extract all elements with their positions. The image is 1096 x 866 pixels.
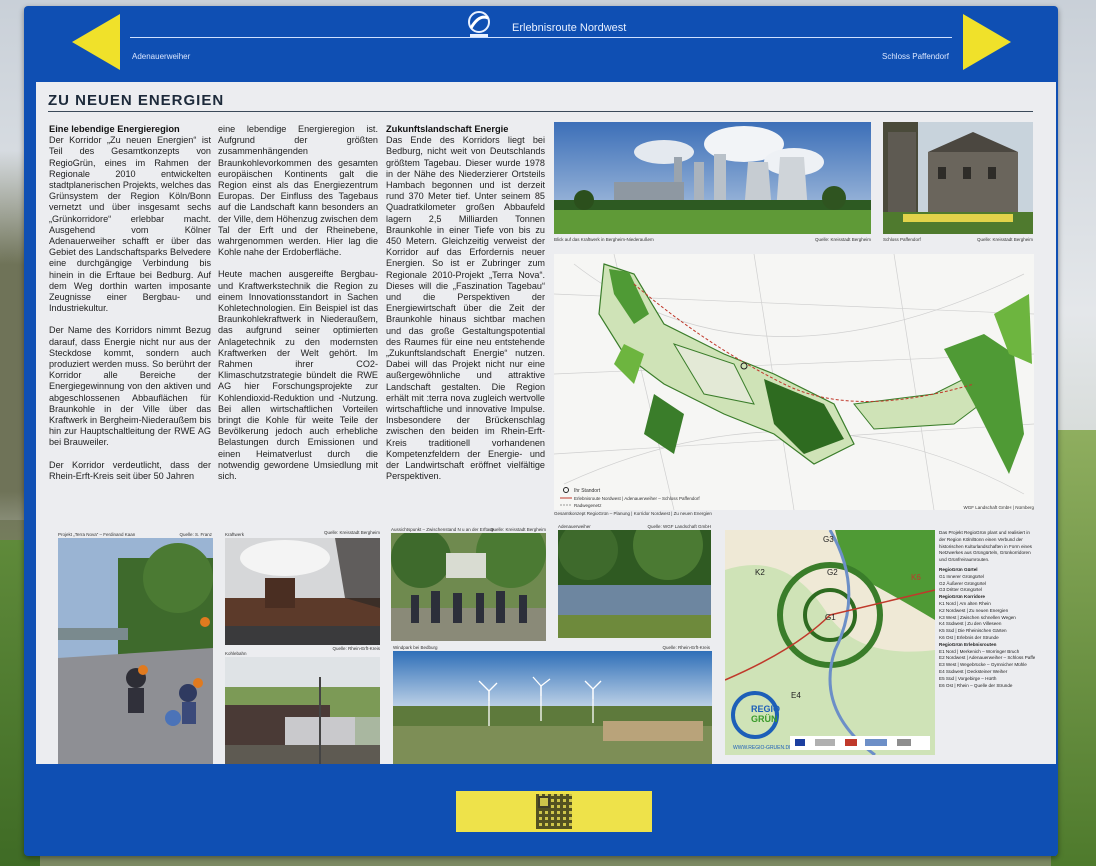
industrial-plant-photo [225, 538, 380, 645]
text-column-1: Eine lebendige Energieregion Der Korrido… [49, 124, 211, 493]
section-heading-energieregion: Eine lebendige Energieregion [49, 124, 180, 134]
caption-source: Quelle: Kreisstadt Bergheim [814, 237, 871, 242]
map-label: G3 [823, 535, 834, 544]
legend-item: K1 Nord | Am alten Rhein [939, 600, 991, 606]
legend-item: E4 Südwest | Decksteiner Weiher [939, 668, 1008, 674]
coal-train-photo [225, 657, 380, 767]
caption: Schloss Paffendorf [883, 237, 921, 242]
caption: Kraftwerk [225, 532, 245, 537]
caption: Blick auf das Kraftwerk in Bergheim-Nied… [554, 237, 654, 242]
legend-item: G3 Dritter Grüngürtel [939, 587, 982, 593]
map-legend-radweg: Radwegenetz [574, 503, 602, 508]
caption-source: Quelle: Rhein-Erft-Kreis [662, 645, 710, 650]
map-legend-standort: Ihr Standort [574, 488, 601, 494]
wind-park-photo [393, 651, 712, 764]
legend-item: K3 West | Zwischen schnellen Wegen [939, 614, 1016, 620]
text-column-3: Zukunftslandschaft Energie Das Ende des … [386, 124, 545, 494]
caption: Kohlebahn [225, 651, 247, 656]
map-label: K6 [911, 573, 921, 582]
caption: Windpark bei Bedburg [393, 645, 438, 650]
regio-url: WWW.REGIO-GRUEN.DE [733, 745, 793, 751]
regio-gruen-logo-icon [468, 11, 490, 37]
paragraph: Heute machen ausgereifte Bergbau- und Kr… [218, 269, 378, 482]
corridor-map: Ihr Standort Erlebnisroute Nordwest | Ad… [554, 254, 1034, 510]
paragraph: Der Korridor „Zu neuen Energien“ ist Tei… [49, 135, 211, 314]
legend-item: K5 Süd | Die Rheinischen Gärten [939, 628, 1007, 634]
map-legend-route: Erlebnisroute Nordwest | Adenauerweiher … [574, 496, 700, 501]
nav-label-left: Adenauerweiher [132, 52, 191, 61]
paragraph: Der Korridor verdeutlicht, dass der Rhei… [49, 459, 211, 481]
legend-item: E3 West | Wegebrücke – Gymnicher Mühle [939, 662, 1027, 668]
legend-item: E1 Nord | Merkenich – Worringer Bruch [939, 648, 1020, 654]
svg-text:GRÜN: GRÜN [751, 714, 778, 724]
nav-label-right: Schloss Paffendorf [882, 52, 950, 61]
legend-item: E6 Ost | Rhein – Quelle der Strunde [939, 682, 1013, 688]
legend-item: E5 Süd | Vorgebirge – Hürth [939, 675, 997, 681]
map-label: K2 [755, 568, 765, 577]
regio-gruen-overview-map: G3 G2 G1 K2 K6 E4 REGIO GRÜN WWW.REGIO-G… [725, 530, 935, 755]
legend-item: K4 Südwest | Zu den Villeseen [939, 621, 1002, 627]
power-plant-photo [554, 122, 871, 234]
paragraph: Der Name des Korridors nimmt Bezug darau… [49, 325, 211, 448]
legend-intro: Das Projekt RegioGrün plant und realisie… [939, 530, 1032, 563]
castle-photo [883, 122, 1033, 234]
legend-group-title: RegioGrün Gürtel [939, 566, 978, 572]
caption-source: Quelle: WGF Landschaft GmbH [647, 524, 711, 529]
legend-item: K6 Ost | Erlebnis der Strunde [939, 634, 999, 640]
caption: Aussichtspunkt – Zwischenstand N u an de… [391, 527, 495, 532]
legend-group-title: RegioGrün Korridore [939, 594, 985, 600]
arrow-left-icon [72, 14, 120, 70]
legend-group-title: RegioGrün Erlebnisrouten [939, 641, 997, 647]
caption-source: Quelle: Kreisstadt Bergheim [976, 237, 1033, 242]
cyclists-photo [58, 538, 213, 770]
caption: Adenauerweiher [558, 524, 591, 529]
map-label: G2 [827, 568, 838, 577]
map-credit: WGF Landschaft GmbH | Nürnberg [963, 505, 1034, 510]
text-column-2: eine lebendige Energieregion ist. Aufgru… [218, 124, 378, 493]
caption: Projekt „Terra Nova“ – Ferdinand Kaan [58, 532, 136, 537]
map-label: E4 [791, 691, 801, 700]
paragraph: Das Ende des Korridors liegt bei Bedburg… [386, 135, 545, 482]
hiking-group-photo [391, 533, 546, 641]
arrow-right-icon [963, 14, 1011, 70]
svg-text:REGIO: REGIO [751, 704, 780, 714]
caption-source: Quelle: Kreisstadt Bergheim [490, 527, 547, 532]
legend-item: G1 Innerer Grüngürtel [939, 573, 984, 579]
paragraph: eine lebendige Energieregion ist. Aufgru… [218, 124, 378, 258]
legend-item: E2 Nordwest | Adenauerweiher – Schloss P… [939, 655, 1035, 661]
legend-item: K2 Nordwest | Zu neuen Energien [939, 607, 1009, 613]
caption-source: Quelle: Kreisstadt Bergheim [323, 530, 380, 535]
caption-source: Quelle: Rhein-Erft-Kreis [332, 646, 380, 651]
legend-item: G2 Äußerer Grüngürtel [939, 580, 986, 586]
regio-gruen-legend: Das Projekt RegioGrün plant und realisie… [939, 530, 1035, 750]
title-rule [48, 111, 1033, 112]
caption-source: Quelle: S. Franz [179, 532, 212, 537]
section-heading-zukunftslandschaft: Zukunftslandschaft Energie [386, 124, 509, 134]
map-label: G1 [825, 613, 836, 622]
lake-photo [558, 530, 711, 638]
qr-code-icon[interactable] [536, 794, 572, 829]
route-title: Erlebnisroute Nordwest [512, 22, 627, 34]
map-footer: Gesamtkonzept RegioGrün – Planung | Korr… [554, 511, 712, 516]
page-title: ZU NEUEN ENERGIEN [48, 92, 225, 109]
header-rule [130, 37, 952, 38]
